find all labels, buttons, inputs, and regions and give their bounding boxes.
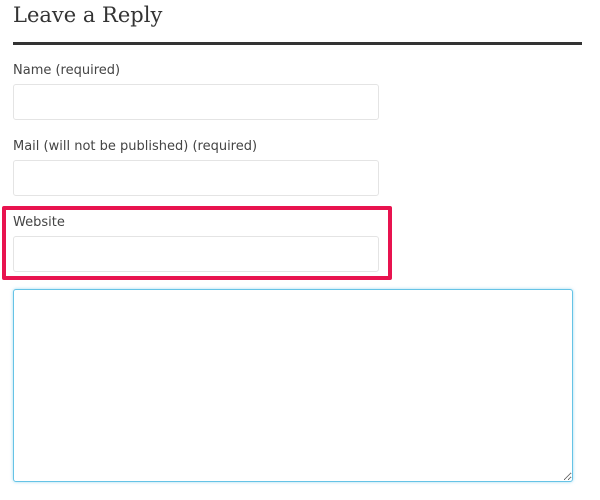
- reply-heading: Leave a Reply: [13, 3, 163, 27]
- comment-textarea[interactable]: [13, 289, 573, 482]
- name-input[interactable]: [13, 84, 379, 120]
- mail-input[interactable]: [13, 160, 379, 196]
- name-label: Name (required): [13, 63, 121, 78]
- mail-label: Mail (will not be published) (required): [13, 139, 258, 154]
- website-highlight-box: [2, 206, 392, 280]
- heading-divider: [13, 42, 582, 45]
